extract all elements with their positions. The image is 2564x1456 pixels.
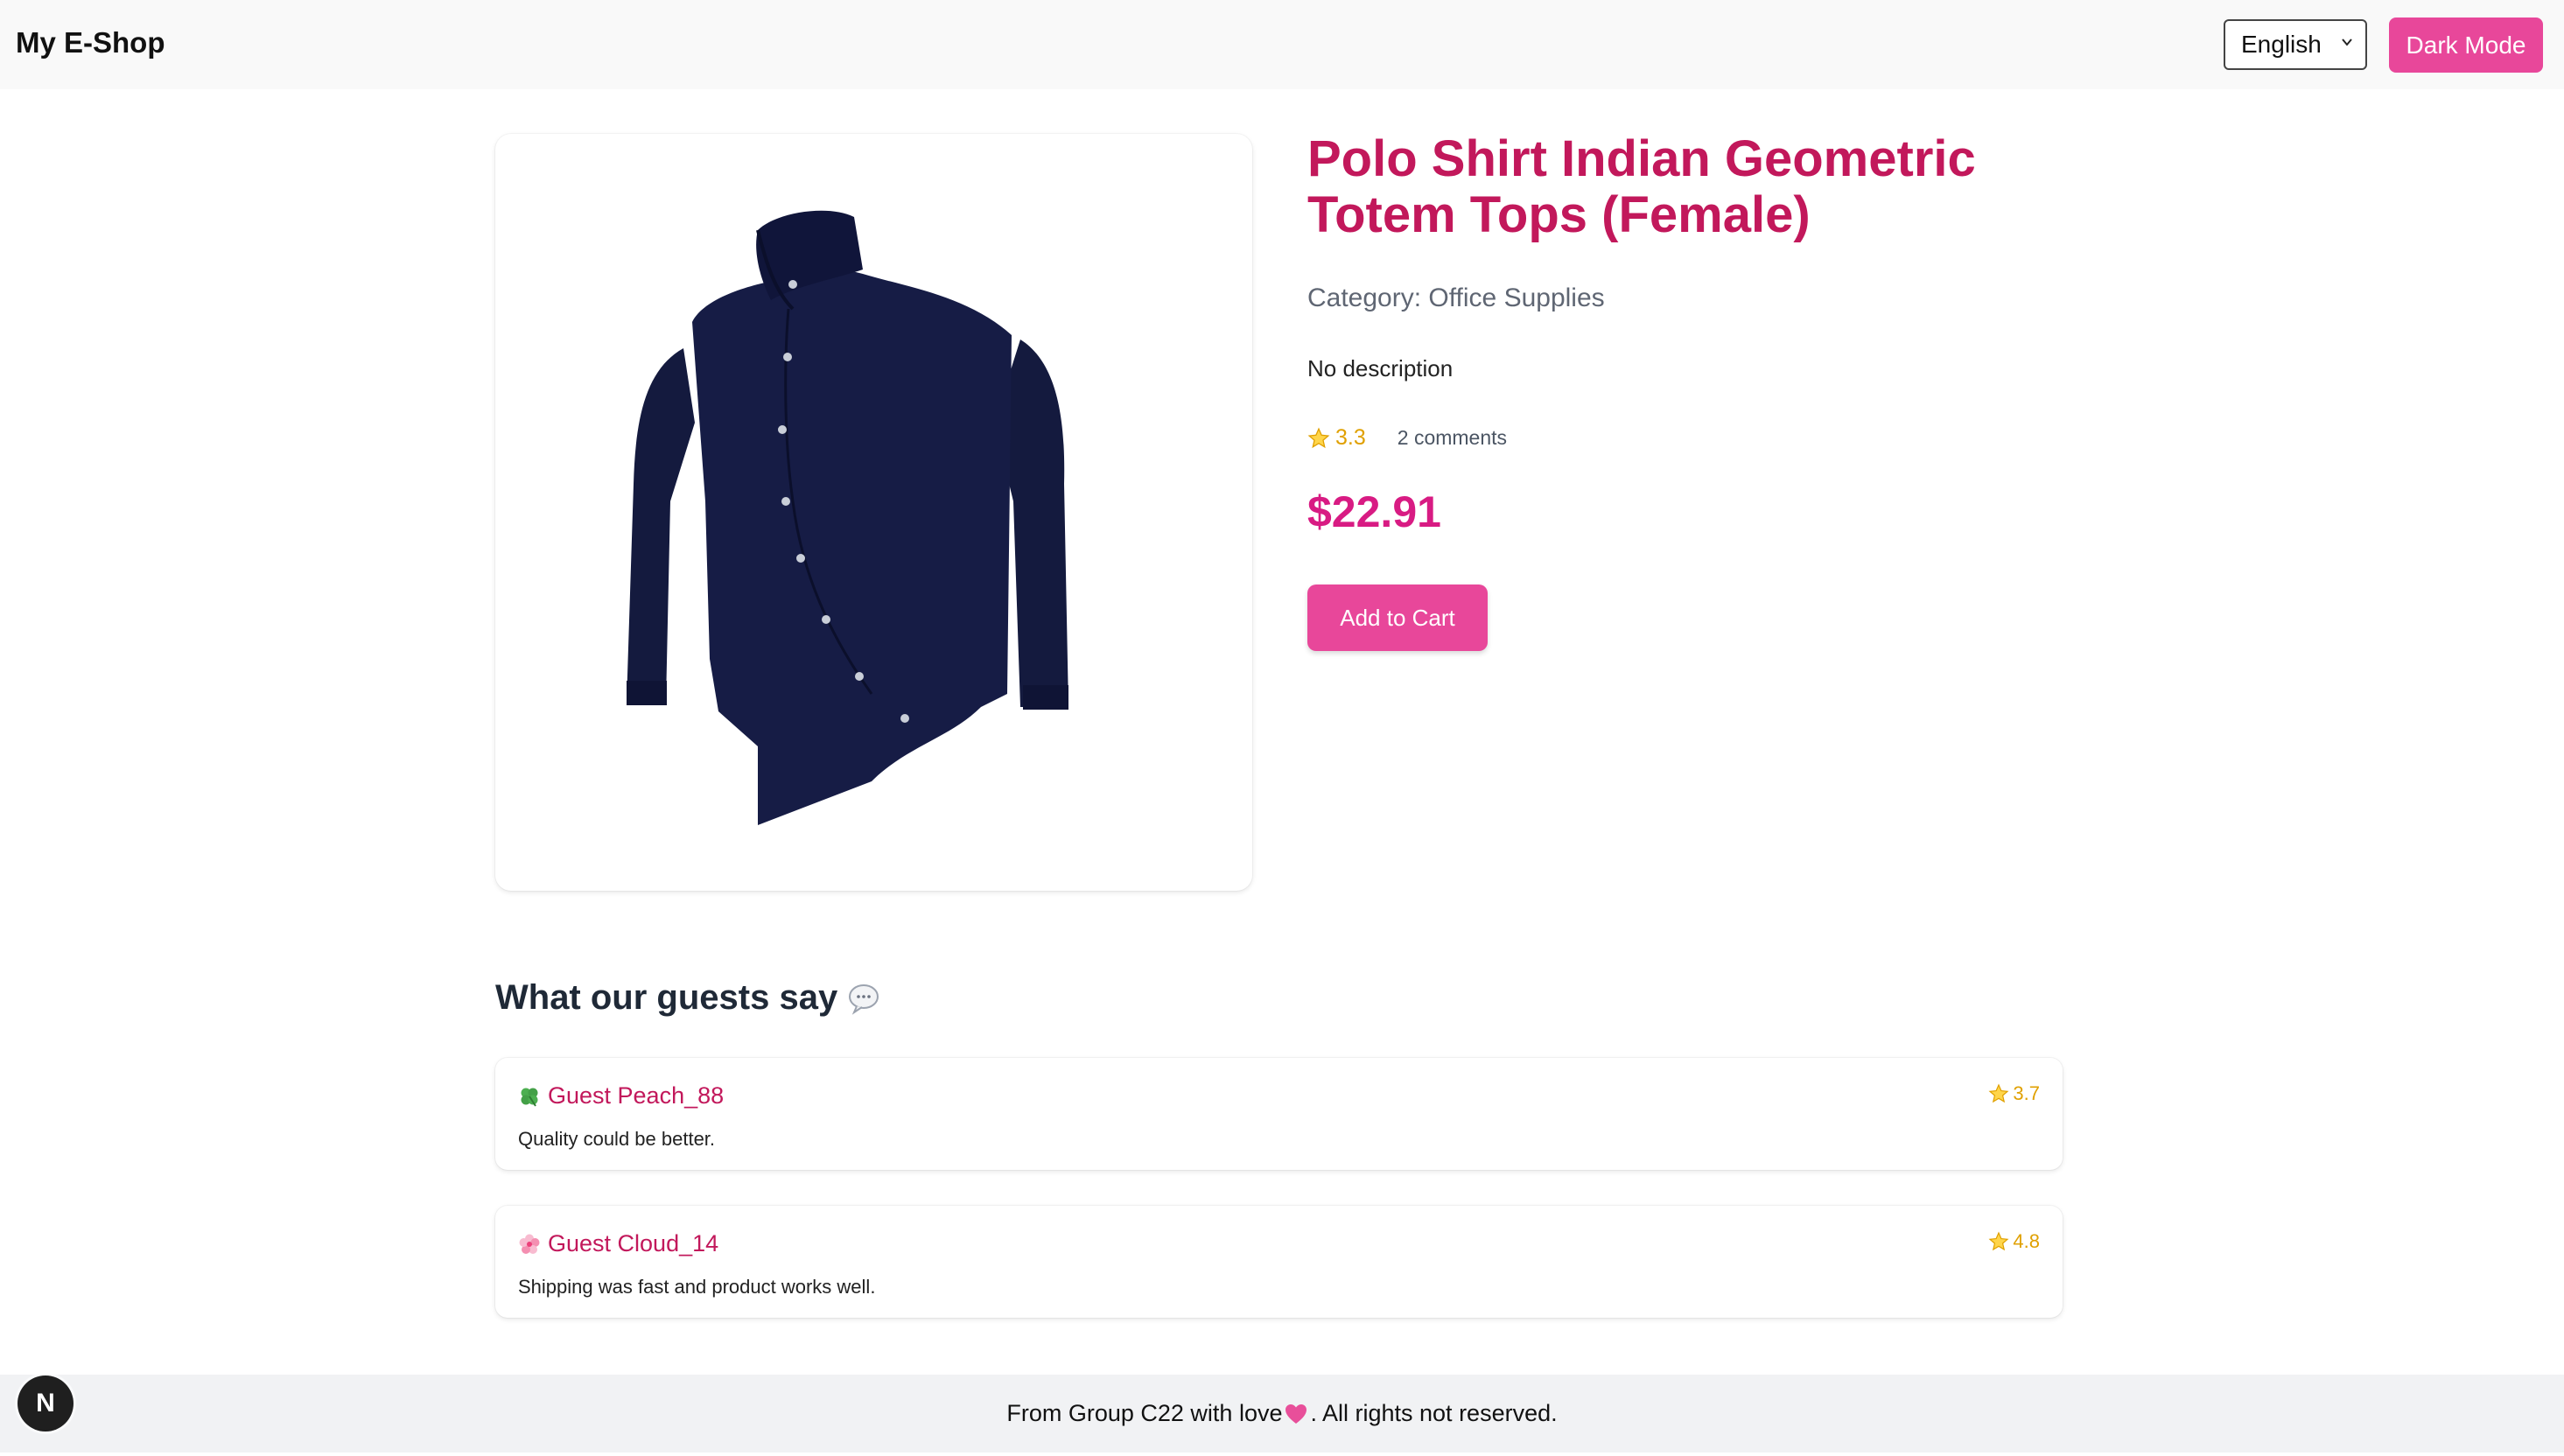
- product-rating-value: 3.3: [1335, 425, 1366, 450]
- footer-text-before: From Group C22 with love: [1006, 1400, 1283, 1426]
- product-description: No description: [1307, 355, 1454, 382]
- clover-icon: [521, 1088, 538, 1107]
- language-select-value: English: [2241, 31, 2322, 58]
- comments-count[interactable]: 2 comments: [1398, 426, 1507, 450]
- product-price: $22.91: [1307, 487, 1441, 536]
- reviews-heading-text: What our guests say: [495, 978, 838, 1017]
- nextjs-badge-icon[interactable]: N: [18, 1376, 74, 1432]
- language-select[interactable]: English: [2224, 19, 2367, 70]
- heart-icon: [1286, 1404, 1307, 1424]
- product-category: Category: Office Supplies: [1307, 284, 1605, 313]
- speech-bubble-icon: [849, 984, 879, 1015]
- dark-mode-button[interactable]: Dark Mode: [2389, 18, 2543, 73]
- review-author-name: Guest Cloud_14: [548, 1230, 719, 1256]
- review-rating: 3.7: [1988, 1082, 2040, 1105]
- star-icon: [1307, 427, 1330, 448]
- reviews-heading: What our guests say: [495, 978, 881, 1018]
- star-icon: [1988, 1231, 2009, 1251]
- add-to-cart-button[interactable]: Add to Cart: [1307, 584, 1488, 651]
- review-author: Guest Cloud_14: [518, 1230, 718, 1257]
- category-value: Office Supplies: [1428, 284, 1605, 312]
- brand-logo-text[interactable]: My E-Shop: [16, 26, 165, 60]
- product-image-card: [495, 134, 1252, 891]
- chevron-down-icon: [2342, 38, 2352, 46]
- footer: From Group C22 with love . All rights no…: [0, 1375, 2564, 1452]
- blossom-icon: [519, 1234, 540, 1254]
- review-card: Guest Cloud_14 Shipping was fast and pro…: [495, 1206, 2063, 1318]
- product-title: Polo Shirt Indian Geometric Totem Tops (…: [1307, 130, 1976, 243]
- star-icon: [1988, 1083, 2009, 1103]
- category-label: Category:: [1307, 284, 1422, 312]
- review-text: Quality could be better.: [518, 1128, 716, 1150]
- product-rating-row: 3.3 2 comments: [1307, 425, 1507, 451]
- review-text: Shipping was fast and product works well…: [518, 1276, 876, 1298]
- review-rating-value: 4.8: [2013, 1230, 2040, 1252]
- review-rating: 4.8: [1988, 1230, 2040, 1253]
- review-card: Guest Peach_88 Quality could be better. …: [495, 1058, 2063, 1170]
- review-rating-value: 3.7: [2013, 1082, 2040, 1104]
- footer-text-after: . All rights not reserved.: [1310, 1400, 1558, 1426]
- review-author: Guest Peach_88: [518, 1082, 724, 1110]
- review-author-name: Guest Peach_88: [548, 1082, 725, 1109]
- top-navbar: My E-Shop English Dark Mode: [0, 0, 2564, 89]
- navy-shirt-image: [627, 210, 1068, 825]
